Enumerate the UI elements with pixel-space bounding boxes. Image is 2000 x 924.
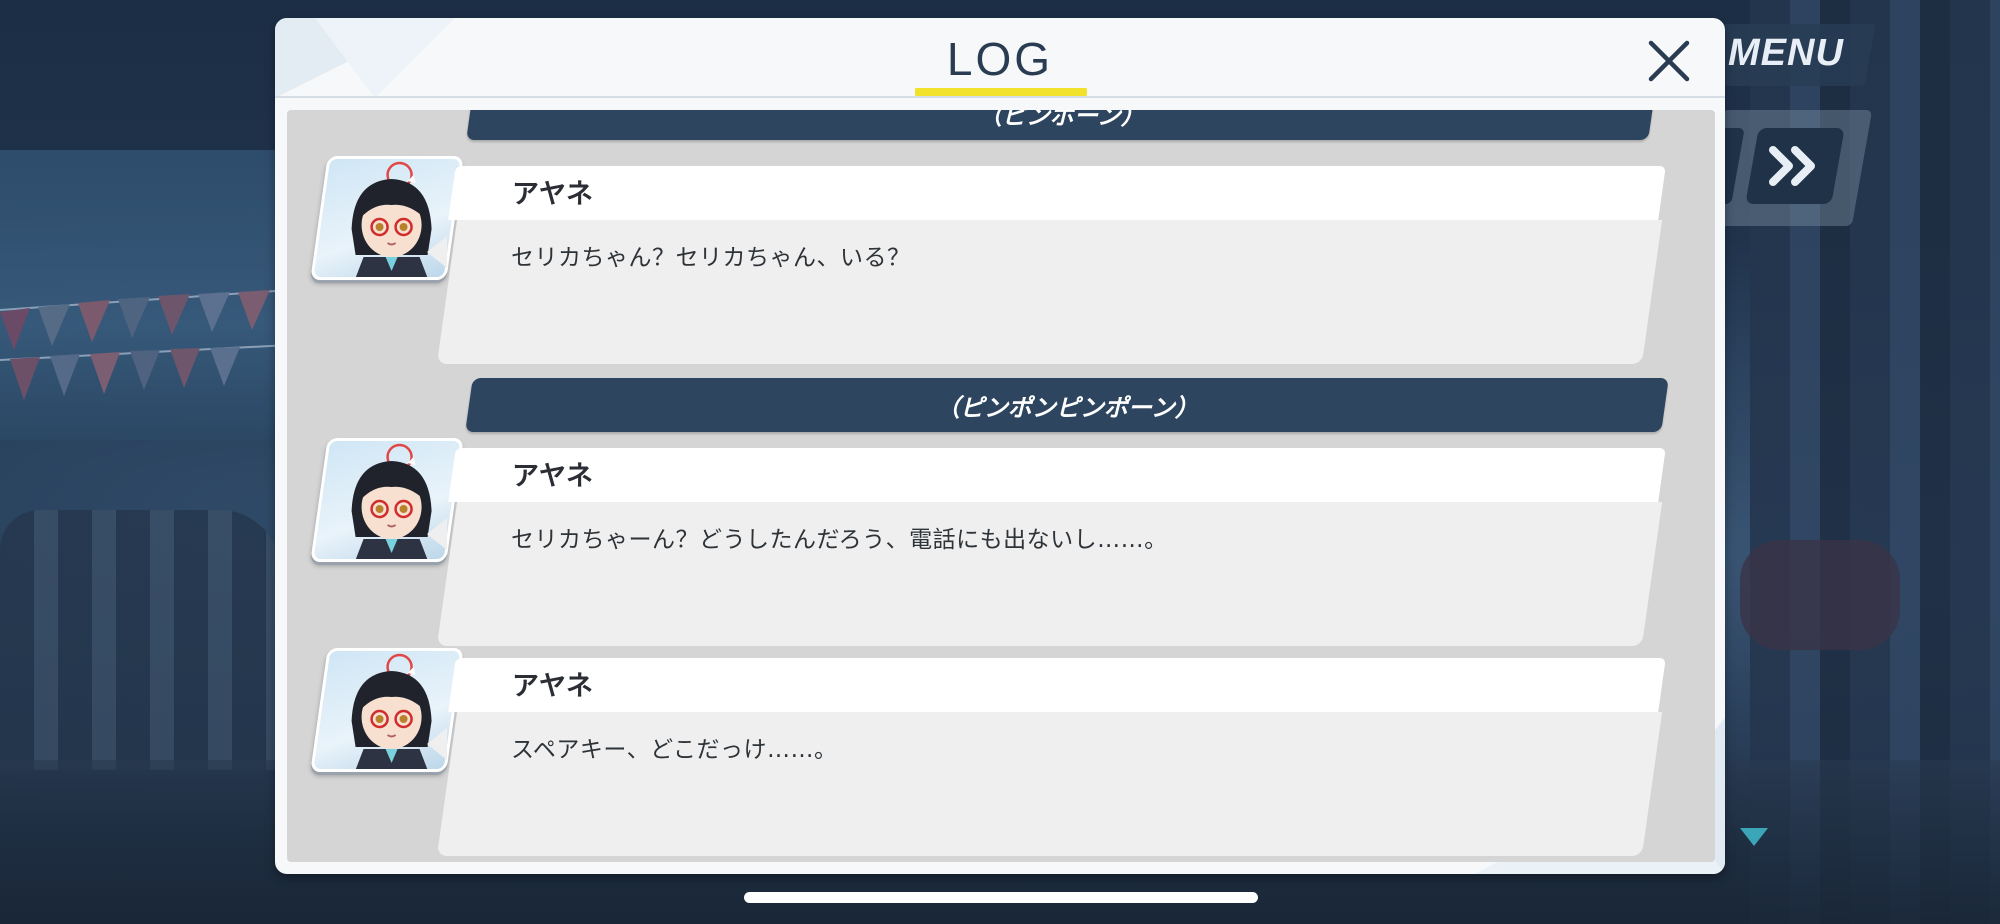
- speaker-name: アヤネ: [512, 671, 593, 702]
- log-scroll-area[interactable]: （ピンポーン） アヤネ セリカちゃん？セリカちゃん、いる？ （ピンポンピンポーン…: [287, 110, 1715, 862]
- background-cushion-right: [1740, 540, 1900, 650]
- message-text: スペアキー、どこだっけ……。: [511, 737, 838, 763]
- speaker-bar: [448, 448, 1666, 502]
- message-text: セリカちゃーん？どうしたんだろう、電話にも出ないし……。: [511, 527, 1168, 553]
- narration-line: （ピンポーン）: [466, 110, 1656, 140]
- dialog-title: LOG: [946, 33, 1054, 85]
- narration-line: （ピンポンピンポーン）: [465, 378, 1669, 432]
- menu-button[interactable]: MENU: [1728, 32, 1858, 80]
- message-tail: [427, 728, 447, 760]
- scroll-down-arrow-icon: [1740, 828, 1768, 846]
- background-cushions: [0, 510, 280, 770]
- narration-text: （ピンポンピンポーン）: [935, 393, 1199, 422]
- speaker-name: アヤネ: [512, 179, 593, 210]
- close-button[interactable]: [1640, 32, 1698, 90]
- title-underline: [915, 88, 1087, 96]
- home-indicator[interactable]: [744, 892, 1258, 903]
- dialog-header: LOG: [275, 18, 1725, 98]
- close-icon: [1648, 40, 1690, 82]
- speaker-bar: [448, 658, 1666, 712]
- fast-forward-icon: [1769, 146, 1815, 186]
- background-bunting: [0, 290, 290, 400]
- message-tail: [427, 236, 447, 268]
- fast-forward-button[interactable]: [1745, 128, 1845, 204]
- log-dialog: LOG （ピンポーン） アヤネ セリカちゃん？セリカちゃん、いる？ （ピンポンピ…: [275, 18, 1725, 874]
- message-tail: [427, 518, 447, 550]
- speaker-name: アヤネ: [512, 461, 593, 492]
- message-text: セリカちゃん？セリカちゃん、いる？: [511, 245, 911, 271]
- speaker-bar: [448, 166, 1666, 220]
- narration-text: （ピンポーン）: [977, 110, 1145, 130]
